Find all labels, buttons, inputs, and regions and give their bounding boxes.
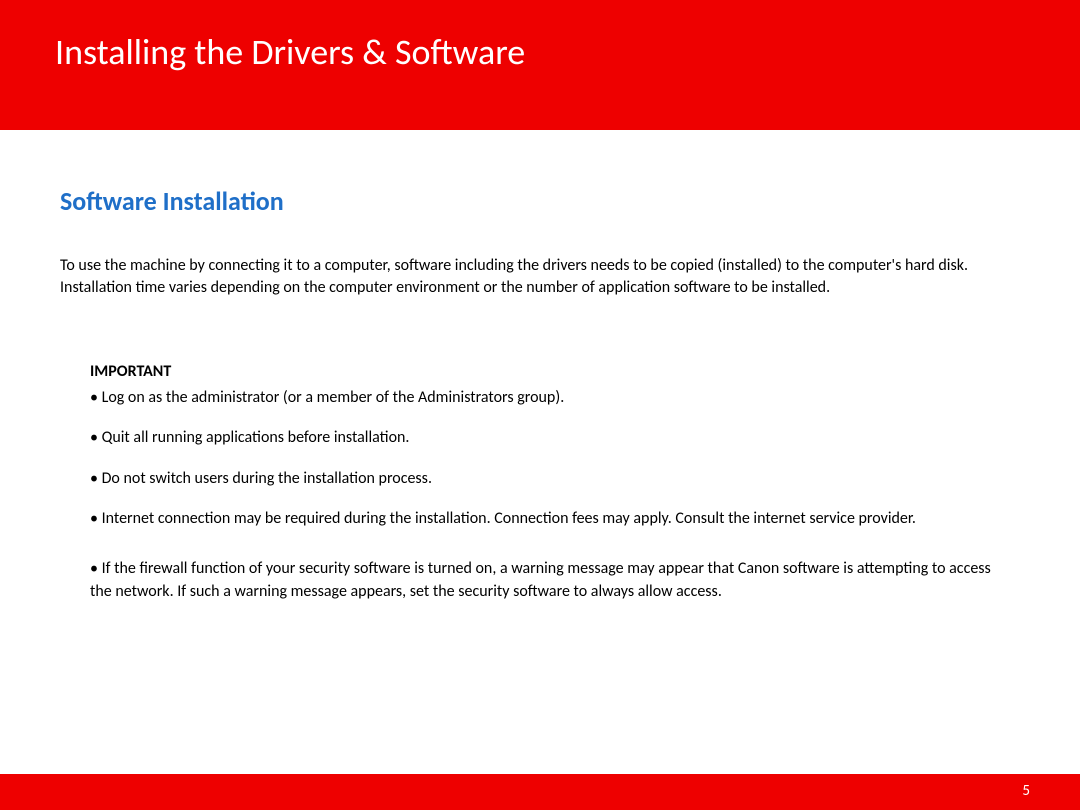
important-item: • Log on as the administrator (or a memb… [90, 387, 1010, 409]
important-item: • Do not switch users during the install… [90, 468, 1010, 490]
header-bar: Installing the Drivers & Software [0, 0, 1080, 130]
intro-text: To use the machine by connecting it to a… [60, 255, 1020, 300]
content-area: Software Installation To use the machine… [0, 130, 1080, 603]
important-label: IMPORTANT [90, 362, 1010, 381]
important-item: • Quit all running applications before i… [90, 427, 1010, 449]
footer-bar: 5 [0, 774, 1080, 810]
important-item: • If the firewall function of your secur… [90, 558, 1010, 603]
page-title: Installing the Drivers & Software [55, 30, 1080, 74]
important-block: IMPORTANT • Log on as the administrator … [60, 362, 1020, 603]
important-item: • Internet connection may be required du… [90, 508, 1010, 530]
section-heading: Software Installation [60, 185, 1020, 217]
page-number: 5 [1022, 782, 1030, 800]
